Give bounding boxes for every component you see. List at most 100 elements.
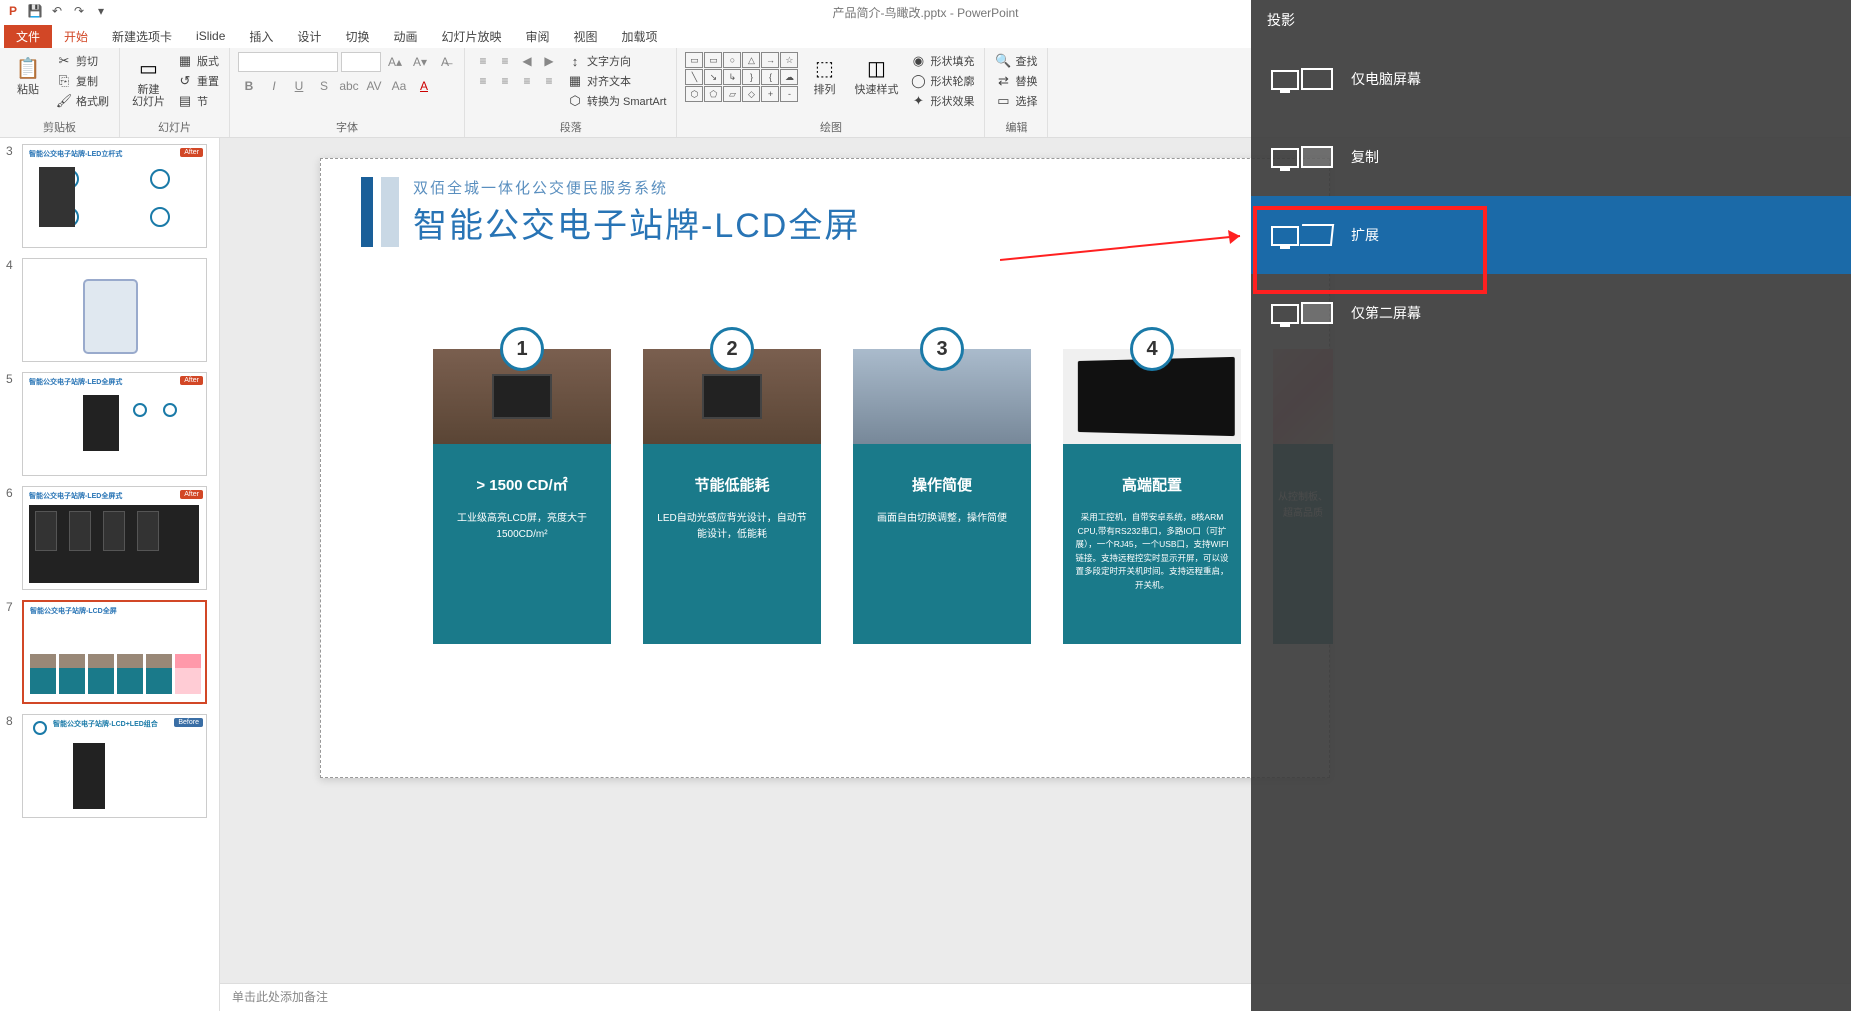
align-text-button[interactable]: ▦对齐文本 bbox=[565, 72, 668, 90]
decrease-font-button[interactable]: A▾ bbox=[409, 52, 431, 72]
card-desc: 画面自由切换调整，操作简便 bbox=[865, 511, 1019, 527]
shape-brace2-icon[interactable]: { bbox=[761, 69, 779, 85]
replace-button[interactable]: ⇄替换 bbox=[993, 72, 1039, 90]
thumbnail-6[interactable]: 6 After 智能公交电子站牌-LED全屏式 bbox=[6, 486, 213, 590]
shape-arrow-icon[interactable]: → bbox=[761, 52, 779, 68]
numbering-button[interactable]: ≡ bbox=[495, 52, 515, 70]
shape-pent-icon[interactable]: ⬠ bbox=[704, 86, 722, 102]
decrease-indent-button[interactable]: ◀ bbox=[517, 52, 537, 70]
bullets-button[interactable]: ≡ bbox=[473, 52, 493, 70]
projection-title: 投影 bbox=[1251, 0, 1851, 40]
shape-rect2-icon[interactable]: ▭ bbox=[704, 52, 722, 68]
tab-home[interactable]: 开始 bbox=[52, 25, 100, 48]
tab-insert[interactable]: 插入 bbox=[237, 25, 285, 48]
card-number: 4 bbox=[1130, 327, 1174, 371]
shape-effects-button[interactable]: ✦形状效果 bbox=[908, 92, 976, 110]
tab-view[interactable]: 视图 bbox=[562, 25, 610, 48]
case-button[interactable]: Aa bbox=[388, 76, 410, 96]
arrange-button[interactable]: ⬚ 排列 bbox=[804, 52, 844, 98]
underline-button[interactable]: U bbox=[288, 76, 310, 96]
new-slide-icon: ▭ bbox=[135, 54, 163, 82]
shape-fill-button[interactable]: ◉形状填充 bbox=[908, 52, 976, 70]
align-center-button[interactable]: ≡ bbox=[495, 72, 515, 90]
projection-pc-only[interactable]: 仅电脑屏幕 bbox=[1251, 40, 1851, 118]
tab-transitions[interactable]: 切换 bbox=[333, 25, 381, 48]
font-color-button[interactable]: A bbox=[413, 76, 435, 96]
shadow-button[interactable]: abc bbox=[338, 76, 360, 96]
slide[interactable]: 双佰全城一体化公交便民服务系统 智能公交电子站牌-LCD全屏 1 > 1500 … bbox=[320, 158, 1330, 778]
new-slide-button[interactable]: ▭ 新建 幻灯片 bbox=[128, 52, 169, 110]
thumbnail-4[interactable]: 4 bbox=[6, 258, 213, 362]
tab-islide[interactable]: iSlide bbox=[184, 26, 237, 46]
shape-brace-icon[interactable]: } bbox=[742, 69, 760, 85]
redo-icon[interactable]: ↷ bbox=[70, 2, 88, 20]
smartart-button[interactable]: ⬡转换为 SmartArt bbox=[565, 92, 668, 110]
outline-icon: ◯ bbox=[910, 73, 926, 89]
shape-cloud-icon[interactable]: ☁ bbox=[780, 69, 798, 85]
clear-format-button[interactable]: A̶ bbox=[434, 52, 456, 72]
thumbnail-7[interactable]: 7 智能公交电子站牌-LCD全屏 bbox=[6, 600, 213, 704]
tab-review[interactable]: 审阅 bbox=[513, 25, 561, 48]
shape-line-icon[interactable]: ╲ bbox=[685, 69, 703, 85]
reset-button[interactable]: ↺重置 bbox=[175, 72, 221, 90]
card-4[interactable]: 4 高端配置 采用工控机，自带安卓系统，8核ARM CPU,带有RS232串口，… bbox=[1063, 349, 1241, 644]
shape-hex-icon[interactable]: ⬡ bbox=[685, 86, 703, 102]
thumbnail-3[interactable]: 3 After 智能公交电子站牌-LED立杆式 bbox=[6, 144, 213, 248]
shape-outline-button[interactable]: ◯形状轮廓 bbox=[908, 72, 976, 90]
projection-extend[interactable]: 扩展 bbox=[1251, 196, 1851, 274]
shape-rect-icon[interactable]: ▭ bbox=[685, 52, 703, 68]
card-1[interactable]: 1 > 1500 CD/㎡ 工业级高亮LCD屏，亮度大于 1500CD/m² bbox=[433, 349, 611, 644]
group-clipboard: 📋 粘贴 ✂剪切 ⎘复制 🖌格式刷 剪贴板 bbox=[0, 48, 120, 137]
cut-button[interactable]: ✂剪切 bbox=[54, 52, 111, 70]
align-right-button[interactable]: ≡ bbox=[517, 72, 537, 90]
find-button[interactable]: 🔍查找 bbox=[993, 52, 1039, 70]
quick-styles-button[interactable]: ◫ 快速样式 bbox=[850, 52, 902, 98]
tab-design[interactable]: 设计 bbox=[285, 25, 333, 48]
thumbnail-8[interactable]: 8 Before 智能公交电子站牌-LCD+LED组合 bbox=[6, 714, 213, 818]
save-icon[interactable]: 💾 bbox=[26, 2, 44, 20]
font-family-select[interactable] bbox=[238, 52, 338, 72]
tab-slideshow[interactable]: 幻灯片放映 bbox=[429, 25, 513, 48]
bold-button[interactable]: B bbox=[238, 76, 260, 96]
font-size-select[interactable] bbox=[341, 52, 381, 72]
italic-button[interactable]: I bbox=[263, 76, 285, 96]
format-painter-button[interactable]: 🖌格式刷 bbox=[54, 92, 111, 110]
second-only-icon bbox=[1271, 302, 1333, 324]
paste-button[interactable]: 📋 粘贴 bbox=[8, 52, 48, 98]
shape-plus-icon[interactable]: + bbox=[761, 86, 779, 102]
select-button[interactable]: ▭选择 bbox=[993, 92, 1039, 110]
layout-button[interactable]: ▦版式 bbox=[175, 52, 221, 70]
shape-callout-icon[interactable]: ▱ bbox=[723, 86, 741, 102]
increase-indent-button[interactable]: ▶ bbox=[539, 52, 559, 70]
section-button[interactable]: ▤节 bbox=[175, 92, 221, 110]
card-2[interactable]: 2 节能低能耗 LED自动光感应背光设计，自动节能设计，低能耗 bbox=[643, 349, 821, 644]
align-left-button[interactable]: ≡ bbox=[473, 72, 493, 90]
projection-duplicate[interactable]: 复制 bbox=[1251, 118, 1851, 196]
card-number: 3 bbox=[920, 327, 964, 371]
increase-font-button[interactable]: A▴ bbox=[384, 52, 406, 72]
justify-button[interactable]: ≡ bbox=[539, 72, 559, 90]
shape-diamond-icon[interactable]: ◇ bbox=[742, 86, 760, 102]
tab-addins[interactable]: 加载项 bbox=[610, 25, 670, 48]
shape-triangle-icon[interactable]: △ bbox=[742, 52, 760, 68]
spacing-button[interactable]: AV bbox=[363, 76, 385, 96]
text-direction-button[interactable]: ↕文字方向 bbox=[565, 52, 668, 70]
tab-file[interactable]: 文件 bbox=[4, 25, 52, 48]
thumbnail-panel[interactable]: 3 After 智能公交电子站牌-LED立杆式 4 5 After 智能公交电子… bbox=[0, 138, 220, 1011]
undo-icon[interactable]: ↶ bbox=[48, 2, 66, 20]
shape-conn-icon[interactable]: ↳ bbox=[723, 69, 741, 85]
card-number: 1 bbox=[500, 327, 544, 371]
shape-oval-icon[interactable]: ○ bbox=[723, 52, 741, 68]
qat-dropdown-icon[interactable]: ▾ bbox=[92, 2, 110, 20]
strike-button[interactable]: S bbox=[313, 76, 335, 96]
shape-gallery[interactable]: ▭▭○△→☆ ╲↘↳}{☁ ⬡⬠▱◇+- bbox=[685, 52, 798, 102]
copy-button[interactable]: ⎘复制 bbox=[54, 72, 111, 90]
shape-star-icon[interactable]: ☆ bbox=[780, 52, 798, 68]
tab-animations[interactable]: 动画 bbox=[381, 25, 429, 48]
tab-new[interactable]: 新建选项卡 bbox=[100, 25, 184, 48]
shape-arrow2-icon[interactable]: ↘ bbox=[704, 69, 722, 85]
card-3[interactable]: 3 操作简便 画面自由切换调整，操作简便 bbox=[853, 349, 1031, 644]
projection-second-only[interactable]: 仅第二屏幕 bbox=[1251, 274, 1851, 352]
thumbnail-5[interactable]: 5 After 智能公交电子站牌-LED全屏式 bbox=[6, 372, 213, 476]
shape-minus-icon[interactable]: - bbox=[780, 86, 798, 102]
